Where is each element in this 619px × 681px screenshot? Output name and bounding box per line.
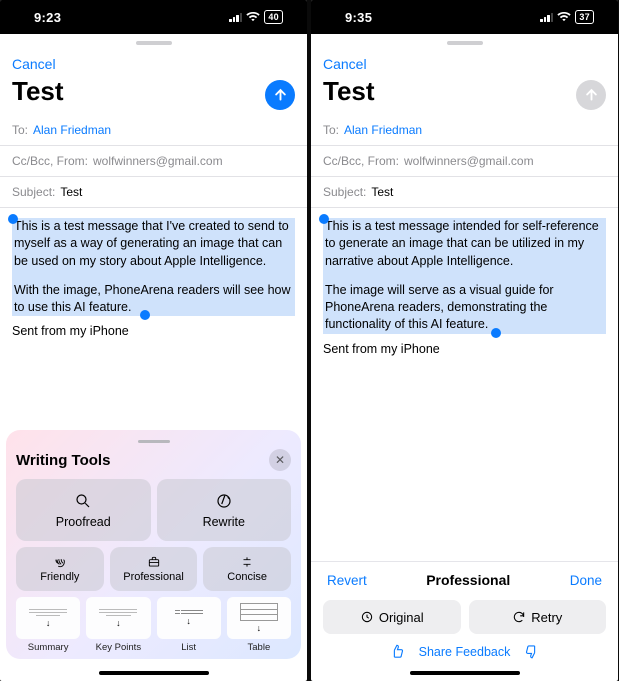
arrow-up-icon [273, 87, 288, 102]
send-button[interactable] [265, 80, 295, 110]
retry-icon [512, 610, 526, 624]
to-recipient[interactable]: Alan Friedman [344, 123, 422, 137]
subject-field[interactable]: Subject: Test [311, 177, 618, 208]
from-value: wolfwinners@gmail.com [404, 154, 534, 168]
subject-label: Subject: [323, 185, 366, 199]
body-paragraph: This is a test message intended for self… [325, 218, 604, 270]
summary-button[interactable]: ↓ Summary [16, 597, 80, 653]
original-button[interactable]: Original [323, 600, 461, 634]
body-paragraph: This is a test message that I've created… [14, 218, 293, 270]
wifi-icon [557, 12, 571, 22]
selection-end-handle[interactable] [491, 328, 501, 338]
sheet-grabber[interactable] [311, 34, 618, 52]
to-field[interactable]: To: Alan Friedman [0, 115, 307, 146]
cellular-icon [540, 12, 553, 22]
table-thumb: ↓ [227, 597, 291, 639]
clock-back-icon [360, 610, 374, 624]
body-paragraph: The image will serve as a visual guide f… [325, 282, 604, 334]
status-time: 9:35 [345, 10, 372, 25]
to-label: To: [323, 123, 339, 137]
to-recipient[interactable]: Alan Friedman [33, 123, 111, 137]
signature: Sent from my iPhone [311, 338, 618, 360]
cellular-icon [229, 12, 242, 22]
subject-field[interactable]: Subject: Test [0, 177, 307, 208]
ccbcc-field[interactable]: Cc/Bcc, From: wolfwinners@gmail.com [0, 146, 307, 177]
thumbs-up-icon[interactable] [390, 644, 405, 659]
battery-indicator: 40 [264, 10, 283, 24]
arrow-up-icon [584, 87, 599, 102]
home-indicator[interactable] [0, 665, 307, 681]
wave-icon [53, 555, 67, 569]
cancel-button[interactable]: Cancel [12, 56, 56, 72]
to-label: To: [12, 123, 28, 137]
send-button[interactable] [576, 80, 606, 110]
professional-button[interactable]: Professional [110, 547, 198, 591]
cancel-button[interactable]: Cancel [323, 56, 367, 72]
status-bar: 9:35 37 [311, 0, 618, 34]
to-field[interactable]: To: Alan Friedman [311, 115, 618, 146]
keypoints-button[interactable]: ↓ Key Points [86, 597, 150, 653]
rewrite-button[interactable]: Rewrite [157, 479, 292, 541]
body-paragraph: With the image, PhoneArena readers will … [14, 282, 293, 317]
table-button[interactable]: ↓ Table [227, 597, 291, 653]
done-button[interactable]: Done [570, 573, 602, 588]
rewrite-mode-label: Professional [426, 572, 510, 588]
close-button[interactable]: ✕ [269, 449, 291, 471]
concise-button[interactable]: Concise [203, 547, 291, 591]
ccbcc-label: Cc/Bcc, From: [12, 154, 88, 168]
magnify-icon [74, 492, 92, 510]
signature: Sent from my iPhone [0, 320, 307, 342]
from-value: wolfwinners@gmail.com [93, 154, 223, 168]
status-time: 9:23 [34, 10, 61, 25]
list-button[interactable]: ↓ List [157, 597, 221, 653]
concise-icon [240, 555, 254, 569]
thumbs-down-icon[interactable] [524, 644, 539, 659]
sheet-grabber[interactable] [0, 34, 307, 52]
friendly-button[interactable]: Friendly [16, 547, 104, 591]
message-body[interactable]: This is a test message that I've created… [0, 208, 307, 320]
ccbcc-field[interactable]: Cc/Bcc, From: wolfwinners@gmail.com [311, 146, 618, 177]
panel-grabber[interactable] [138, 440, 170, 443]
share-feedback-label[interactable]: Share Feedback [419, 645, 511, 659]
selection-end-handle[interactable] [140, 310, 150, 320]
list-thumb: ↓ [157, 597, 221, 639]
ccbcc-label: Cc/Bcc, From: [323, 154, 399, 168]
revert-button[interactable]: Revert [327, 573, 367, 588]
compose-title: Test [311, 74, 387, 115]
compose-title: Test [0, 74, 76, 115]
message-body[interactable]: This is a test message intended for self… [311, 208, 618, 338]
battery-indicator: 37 [575, 10, 594, 24]
writing-tools-title: Writing Tools [16, 452, 110, 469]
rewrite-icon [215, 492, 233, 510]
rewrite-result-panel: Revert Professional Done Original Retry … [311, 561, 618, 665]
subject-value: Test [60, 185, 82, 199]
proofread-button[interactable]: Proofread [16, 479, 151, 541]
status-bar: 9:23 40 [0, 0, 307, 34]
briefcase-icon [147, 555, 161, 569]
phone-right: 9:35 37 Cancel Test To: Alan Friedman Cc… [311, 0, 618, 681]
share-feedback-row: Share Feedback [311, 644, 618, 665]
retry-button[interactable]: Retry [469, 600, 607, 634]
keypoints-thumb: ↓ [86, 597, 150, 639]
selection-start-handle[interactable] [319, 214, 329, 224]
home-indicator[interactable] [311, 665, 618, 681]
phone-left: 9:23 40 Cancel Test To: Alan Friedman Cc… [0, 0, 307, 681]
close-icon: ✕ [275, 453, 285, 467]
summary-thumb: ↓ [16, 597, 80, 639]
subject-value: Test [371, 185, 393, 199]
writing-tools-panel: Writing Tools ✕ Proofread Rewrite Friend… [6, 430, 301, 659]
selection-start-handle[interactable] [8, 214, 18, 224]
subject-label: Subject: [12, 185, 55, 199]
wifi-icon [246, 12, 260, 22]
